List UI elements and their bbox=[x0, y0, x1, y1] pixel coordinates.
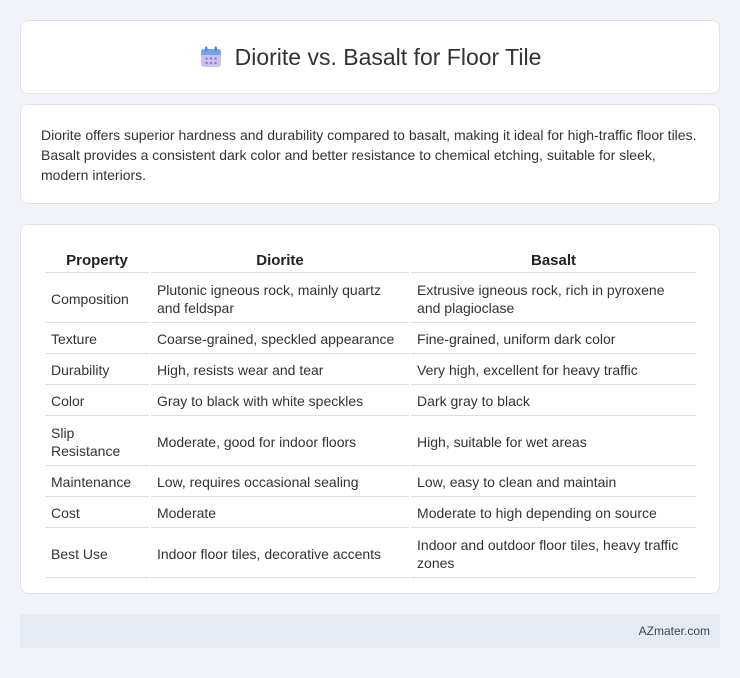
property-cell: Texture bbox=[45, 325, 149, 354]
table-row: Slip Resistance Moderate, good for indoo… bbox=[45, 418, 696, 466]
title-card: Diorite vs. Basalt for Floor Tile bbox=[20, 20, 720, 94]
property-cell: Slip Resistance bbox=[45, 418, 149, 466]
header-diorite: Diorite bbox=[150, 247, 410, 273]
footer: AZmater.com bbox=[20, 614, 720, 648]
property-cell: Cost bbox=[45, 499, 149, 528]
basalt-cell: Indoor and outdoor floor tiles, heavy tr… bbox=[411, 530, 696, 578]
diorite-cell: Moderate bbox=[150, 499, 410, 528]
table-row: Best Use Indoor floor tiles, decorative … bbox=[45, 530, 696, 578]
property-cell: Best Use bbox=[45, 530, 149, 578]
table-header-row: Property Diorite Basalt bbox=[45, 247, 696, 273]
basalt-cell: Moderate to high depending on source bbox=[411, 499, 696, 528]
basalt-cell: Extrusive igneous rock, rich in pyroxene… bbox=[411, 275, 696, 323]
diorite-cell: Indoor floor tiles, decorative accents bbox=[150, 530, 410, 578]
comparison-table: Property Diorite Basalt Composition Plut… bbox=[43, 245, 698, 580]
footer-source-link[interactable]: AZmater.com bbox=[639, 624, 710, 638]
property-cell: Maintenance bbox=[45, 468, 149, 497]
table-row: Texture Coarse-grained, speckled appeara… bbox=[45, 325, 696, 354]
comparison-table-card: Property Diorite Basalt Composition Plut… bbox=[20, 224, 720, 594]
summary-text: Diorite offers superior hardness and dur… bbox=[41, 127, 697, 183]
title-row: Diorite vs. Basalt for Floor Tile bbox=[199, 43, 542, 71]
diorite-cell: Gray to black with white speckles bbox=[150, 387, 410, 416]
diorite-cell: High, resists wear and tear bbox=[150, 356, 410, 385]
table-row: Cost Moderate Moderate to high depending… bbox=[45, 499, 696, 528]
basalt-cell: High, suitable for wet areas bbox=[411, 418, 696, 466]
property-cell: Color bbox=[45, 387, 149, 416]
header-basalt: Basalt bbox=[411, 247, 696, 273]
property-cell: Composition bbox=[45, 275, 149, 323]
diorite-cell: Low, requires occasional sealing bbox=[150, 468, 410, 497]
diorite-cell: Coarse-grained, speckled appearance bbox=[150, 325, 410, 354]
page-title: Diorite vs. Basalt for Floor Tile bbox=[234, 43, 542, 70]
basalt-cell: Low, easy to clean and maintain bbox=[411, 468, 696, 497]
diorite-cell: Moderate, good for indoor floors bbox=[150, 418, 410, 466]
table-row: Composition Plutonic igneous rock, mainl… bbox=[45, 275, 696, 323]
basalt-cell: Fine-grained, uniform dark color bbox=[411, 325, 696, 354]
table-row: Maintenance Low, requires occasional sea… bbox=[45, 468, 696, 497]
calendar-icon bbox=[199, 45, 223, 69]
basalt-cell: Dark gray to black bbox=[411, 387, 696, 416]
header-property: Property bbox=[45, 247, 149, 273]
table-row: Durability High, resists wear and tear V… bbox=[45, 356, 696, 385]
table-row: Color Gray to black with white speckles … bbox=[45, 387, 696, 416]
basalt-cell: Very high, excellent for heavy traffic bbox=[411, 356, 696, 385]
diorite-cell: Plutonic igneous rock, mainly quartz and… bbox=[150, 275, 410, 323]
summary-card: Diorite offers superior hardness and dur… bbox=[20, 104, 720, 204]
property-cell: Durability bbox=[45, 356, 149, 385]
